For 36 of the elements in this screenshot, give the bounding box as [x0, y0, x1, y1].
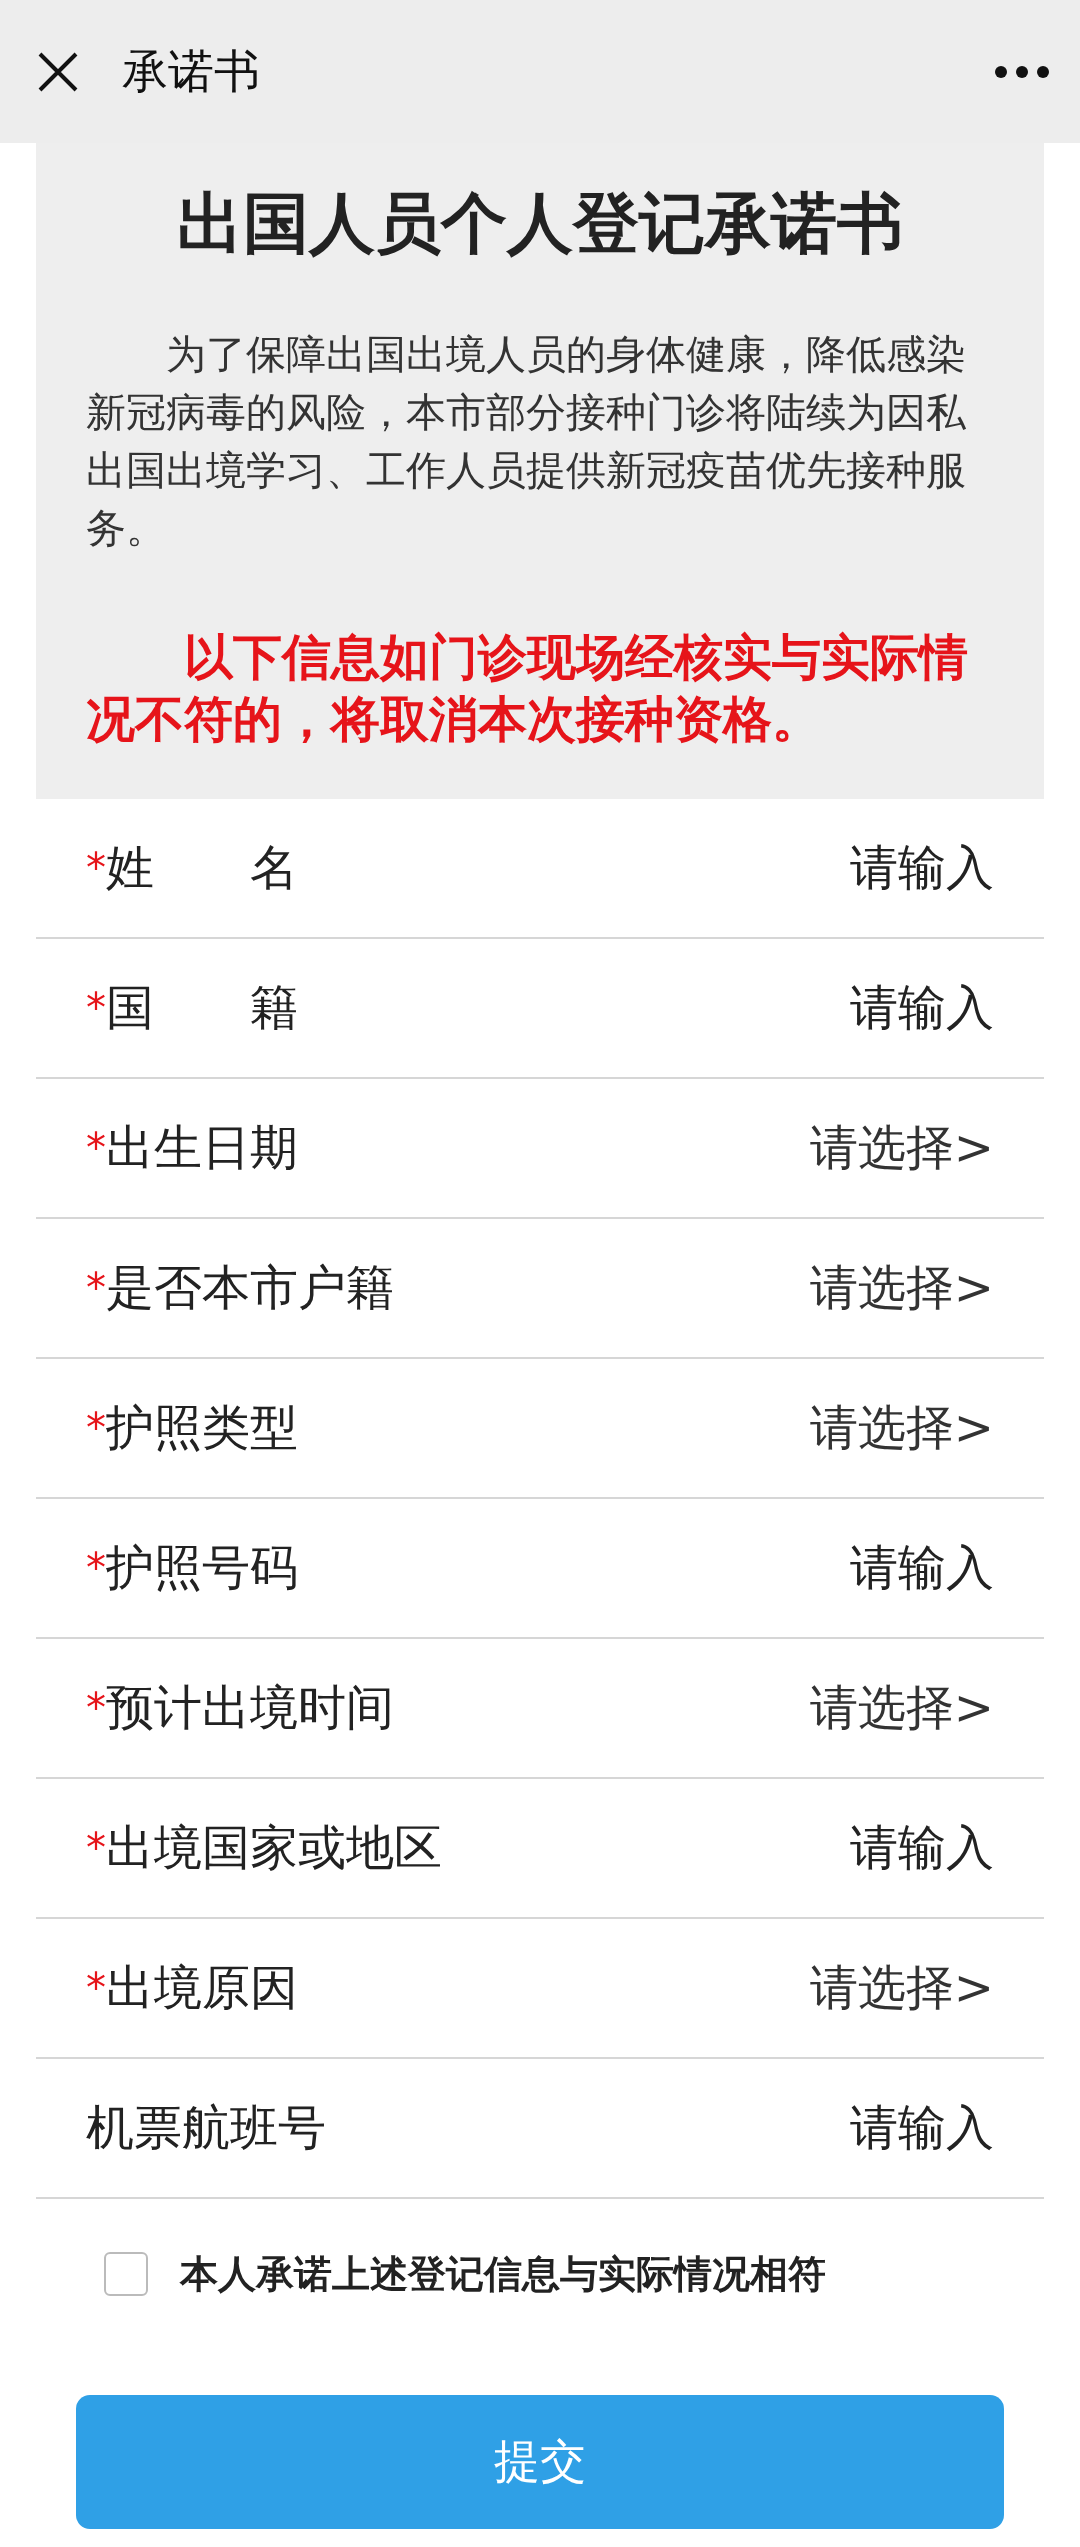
- picker-field[interactable]: 请选择>: [809, 1956, 994, 2020]
- field-label: 国 籍: [106, 978, 299, 1037]
- required-mark: *: [86, 1125, 106, 1171]
- field-label: 护照号码: [106, 1538, 299, 1597]
- required-mark: *: [86, 1825, 106, 1871]
- picker-field[interactable]: 请选择>: [809, 1676, 994, 1740]
- text-input[interactable]: 请输入: [850, 1816, 994, 1880]
- text-input[interactable]: 请输入: [850, 976, 994, 1040]
- text-input[interactable]: 请输入: [850, 2096, 994, 2160]
- field-label: 出生日期: [106, 1118, 299, 1177]
- required-mark: *: [86, 985, 106, 1031]
- page-title: 承诺书: [122, 42, 261, 100]
- text-input[interactable]: 请输入: [850, 836, 994, 900]
- picker-field[interactable]: 请选择>: [809, 1396, 994, 1460]
- pledge-label: 本人承诺上述登记信息与实际情况相符: [180, 2250, 826, 2298]
- more-icon[interactable]: [994, 64, 1050, 79]
- text-input[interactable]: 请输入: [850, 1536, 994, 1600]
- form-heading: 出国人员个人登记承诺书: [176, 184, 904, 264]
- checkbox[interactable]: [104, 2252, 148, 2296]
- required-mark: *: [86, 1405, 106, 1451]
- field-label: 机票航班号: [86, 2098, 327, 2157]
- field-label: 出境原因: [106, 1958, 299, 2017]
- required-mark: *: [86, 1545, 106, 1591]
- field-label: 是否本市户籍: [106, 1258, 395, 1317]
- picker-field[interactable]: 请选择>: [809, 1256, 994, 1320]
- field-label: 预计出境时间: [106, 1678, 395, 1737]
- required-mark: *: [86, 1965, 106, 2011]
- required-mark: *: [86, 1265, 106, 1311]
- intro-paragraph: 为了保障出国出境人员的身体健康，降低感染新冠病毒的风险，本市部分接种门诊将陆续为因私出国出境学习、工作人员提供新冠疫苗优先接种服务。: [86, 330, 967, 553]
- field-label: 护照类型: [106, 1398, 299, 1457]
- field-label: 姓 名: [106, 838, 299, 897]
- field-label: 出境国家或地区: [106, 1818, 443, 1877]
- warning-text: 以下信息如门诊现场经核实与实际情况不符的，将取消本次接种资格。: [86, 628, 969, 750]
- required-mark: *: [86, 845, 106, 891]
- picker-field[interactable]: 请选择>: [809, 1116, 994, 1180]
- required-mark: *: [86, 1685, 106, 1731]
